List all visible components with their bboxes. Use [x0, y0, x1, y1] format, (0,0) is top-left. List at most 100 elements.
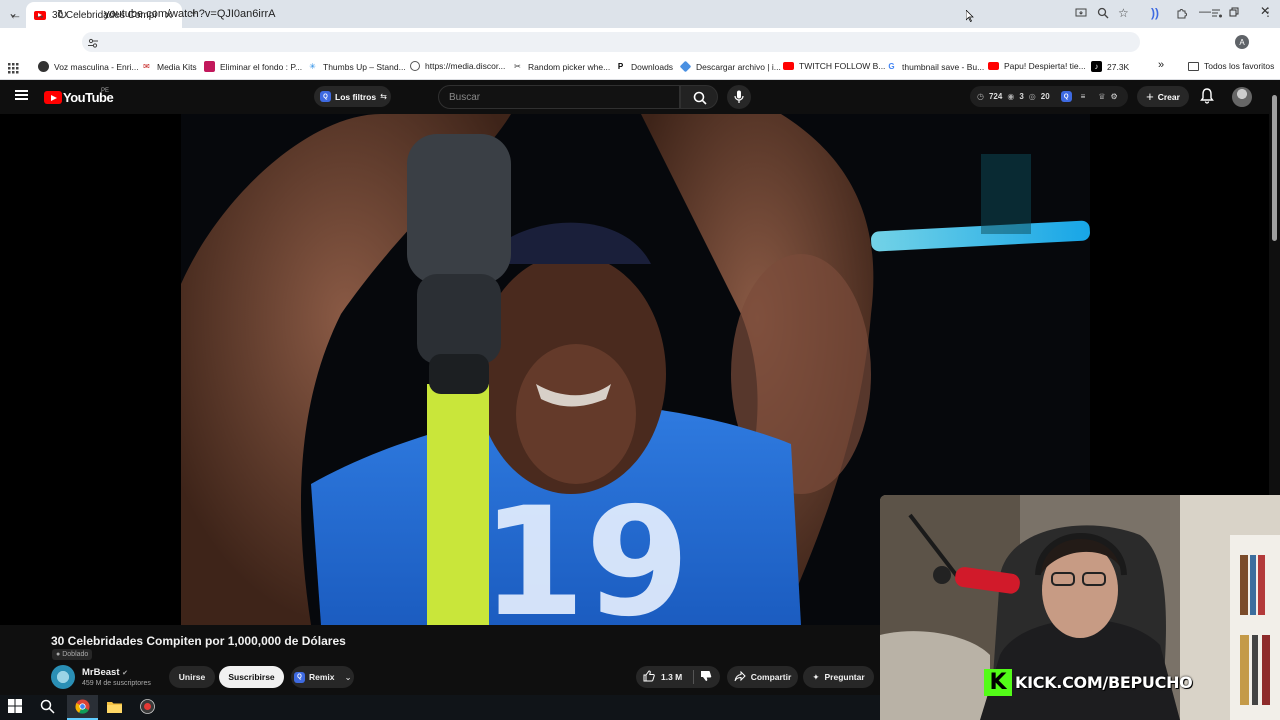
kick-channel-banner: K KICK.COM/BEPUCHO: [984, 669, 1193, 696]
extension-stats-bar[interactable]: ◷ 724 ◉ 3 ◎ 20 Q ≡ ♕ ⚙: [970, 86, 1128, 107]
like-icon[interactable]: [643, 670, 655, 684]
taskbar-chrome-app[interactable]: [67, 695, 98, 720]
bookmark-label: TWITCH FOLLOW B...: [799, 61, 886, 71]
back-icon[interactable]: ←: [9, 7, 22, 22]
scrollbar-thumb[interactable]: [1272, 95, 1277, 241]
list-icon: ≡: [1080, 92, 1086, 101]
bookmark-label: Thumbs Up – Stand...: [323, 61, 406, 72]
chrome-menu-icon[interactable]: ⋮: [1262, 5, 1274, 19]
all-favorites-label: Todos los favoritos: [1204, 61, 1275, 71]
bookmark-item[interactable]: ✳ Thumbs Up – Stand...: [307, 61, 406, 72]
channel-name[interactable]: MrBeast ✔: [82, 667, 128, 678]
remix-button[interactable]: Q Remix ⌄: [291, 666, 354, 688]
subscribe-button[interactable]: Suscribirse: [219, 666, 284, 688]
taskbar-search-icon[interactable]: [40, 699, 60, 719]
dubbed-badge: ● Doblado: [52, 649, 93, 660]
remix-label: Remix: [309, 672, 335, 682]
dislike-icon[interactable]: [700, 670, 712, 684]
ask-button[interactable]: ✦ Preguntar: [803, 666, 874, 688]
bookmark-label: Papu! Despierta! tie...: [1004, 61, 1086, 71]
subscriber-count: 459 M de suscriptores: [82, 680, 151, 687]
bookmark-item[interactable]: Descargar archivo | i...: [679, 60, 781, 73]
globe-icon: [410, 61, 420, 71]
extensions-puzzle-icon[interactable]: [1176, 7, 1188, 22]
apps-grid-icon[interactable]: [8, 61, 19, 79]
eye-outline-icon: ◎: [1028, 92, 1036, 101]
create-button[interactable]: + Crear: [1137, 86, 1189, 107]
bookmark-star-icon[interactable]: ☆: [1118, 6, 1129, 20]
media-controls-icon[interactable]: [1211, 7, 1223, 22]
stat-other: 20: [1040, 92, 1050, 101]
file-explorer-icon[interactable]: [107, 700, 127, 720]
profile-avatar[interactable]: A: [1235, 35, 1249, 49]
extension-q-icon: Q: [1060, 91, 1072, 102]
bookmark-item[interactable]: https://media.discor...: [410, 61, 505, 71]
bookmark-label: Eliminar el fondo : P...: [220, 61, 303, 72]
microphone-icon: [734, 90, 744, 103]
eye-icon: ◉: [1007, 92, 1015, 101]
youtube-icon: [988, 62, 999, 70]
stat-views: 3: [1019, 92, 1024, 101]
channel-avatar[interactable]: [51, 665, 75, 689]
search-input[interactable]: [449, 86, 669, 108]
extension-wave-icon[interactable]: )): [1151, 6, 1159, 20]
bookmark-item[interactable]: ✉ Media Kits: [141, 61, 197, 72]
tiktok-icon: ♪: [1091, 61, 1102, 72]
star-icon: ✳: [309, 62, 316, 71]
folder-icon: [1188, 61, 1199, 71]
p-icon: P: [617, 62, 624, 71]
search-button[interactable]: [680, 85, 718, 109]
search-box[interactable]: [438, 85, 680, 109]
forward-icon[interactable]: →: [33, 7, 46, 22]
country-code: PE: [101, 88, 110, 94]
bookmark-item[interactable]: Papu! Despierta! tie...: [988, 61, 1086, 71]
minimize-window-icon[interactable]: —: [1199, 4, 1211, 18]
share-button[interactable]: Compartir: [727, 666, 798, 688]
channel-name-text: MrBeast: [82, 667, 120, 678]
chevron-down-icon: ⌄: [344, 671, 352, 682]
extension-q-icon: Q: [320, 91, 331, 102]
trophy-icon: ♕: [1098, 92, 1106, 101]
ask-label: Preguntar: [824, 672, 865, 682]
user-avatar[interactable]: [1232, 87, 1252, 107]
mouse-cursor-icon: [965, 9, 974, 22]
svg-text:19: 19: [481, 476, 690, 625]
windows-start-icon[interactable]: [8, 699, 28, 719]
bookmark-label: 27.3K: [1107, 61, 1130, 72]
bookmark-item[interactable]: P Downloads: [615, 61, 673, 72]
google-icon: G: [888, 62, 895, 71]
dubbed-label: Doblado: [62, 651, 89, 658]
site-info-icon[interactable]: [87, 36, 99, 54]
share-label: Compartir: [750, 672, 792, 682]
youtube-logo-icon[interactable]: [44, 91, 62, 104]
bookmark-item[interactable]: Voz masculina - Enri...: [38, 61, 139, 72]
bookmark-item[interactable]: TWITCH FOLLOW B...: [783, 61, 885, 71]
install-app-icon[interactable]: [1075, 7, 1087, 22]
tag-icon: [679, 60, 692, 73]
zoom-icon[interactable]: [1097, 7, 1109, 22]
restore-window-icon[interactable]: [1229, 6, 1239, 20]
sliders-icon: ⇆: [380, 92, 387, 101]
bookmark-item[interactable]: Eliminar el fondo : P...: [204, 61, 302, 72]
join-button[interactable]: Unirse: [169, 666, 215, 688]
hamburger-menu-icon[interactable]: [15, 90, 28, 100]
clock-icon: ◷: [977, 92, 984, 101]
stat-watch-time: 724: [988, 92, 1003, 101]
like-dislike-group[interactable]: 1.3 M: [636, 666, 720, 688]
notifications-bell-icon[interactable]: [1200, 88, 1214, 109]
bookmark-item[interactable]: ♪ 27.3K: [1091, 61, 1129, 72]
reload-icon[interactable]: ↻: [57, 7, 68, 23]
voice-search-button[interactable]: [727, 85, 751, 109]
chrome-icon: [75, 699, 90, 714]
bookmark-item[interactable]: Gthumbnail save - Bu...: [886, 61, 984, 72]
settings-icon: ⚙: [1110, 92, 1118, 101]
all-favorites-folder[interactable]: Todos los favoritos: [1188, 61, 1274, 71]
filters-button[interactable]: Q Los filtros ⇆: [314, 86, 391, 107]
windows-taskbar: [0, 695, 880, 720]
address-bar[interactable]: [82, 32, 1140, 52]
filters-label: Los filtros: [335, 91, 377, 102]
url-text[interactable]: youtube.com/watch?v=QJI0an6irrA: [104, 8, 276, 20]
recording-app-icon[interactable]: [140, 699, 160, 719]
more-bookmarks-button[interactable]: »: [1158, 59, 1164, 71]
bookmark-item[interactable]: ✂ Random picker whe...: [512, 61, 610, 72]
